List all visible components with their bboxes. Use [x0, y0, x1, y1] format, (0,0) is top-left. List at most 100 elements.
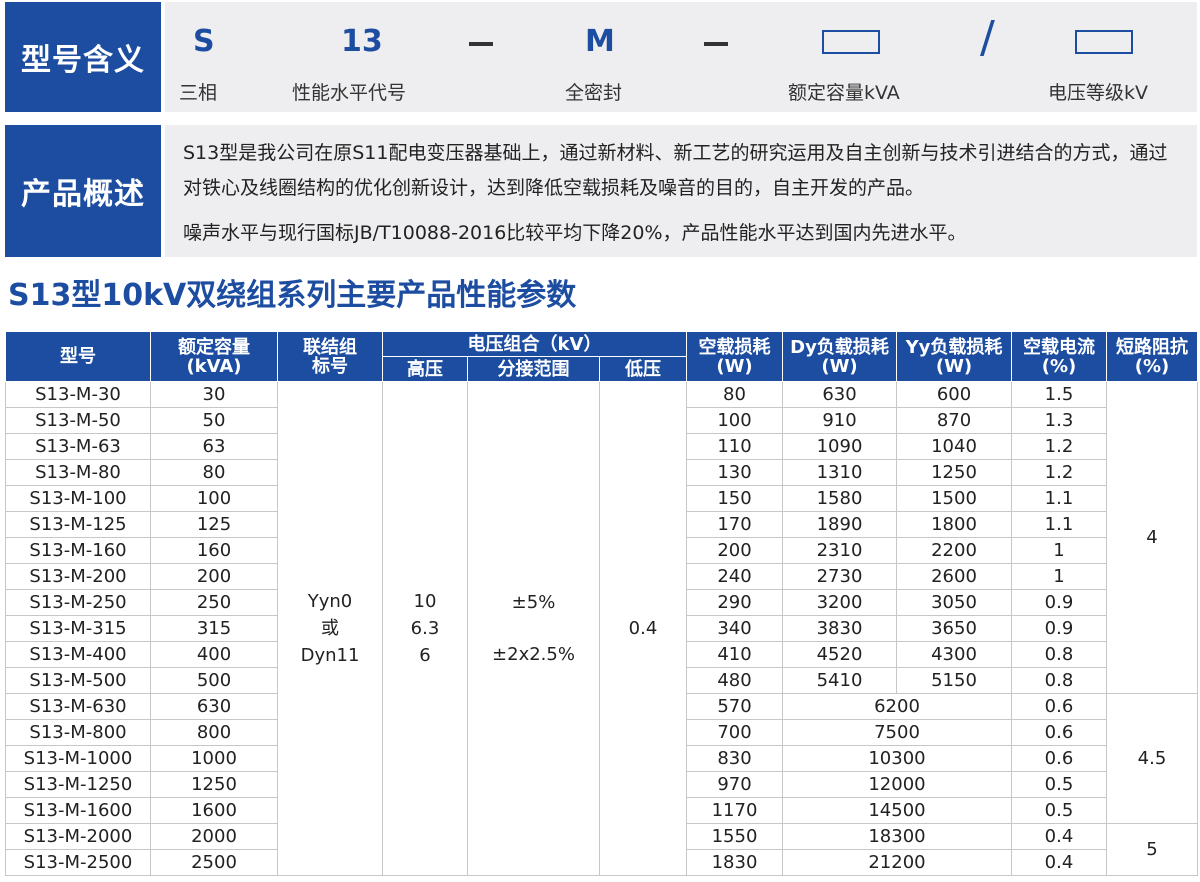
cell-model: S13-M-100	[5, 485, 151, 512]
code-m: M	[585, 24, 615, 59]
cell-dy-load-loss: 3200	[782, 589, 897, 616]
cell-noload-current: 0.6	[1011, 693, 1107, 720]
cell-hv: 10 6.3 6	[382, 381, 468, 876]
cell-noload-current: 1.1	[1011, 485, 1107, 512]
cell-capacity: 100	[150, 485, 278, 512]
cell-capacity: 125	[150, 511, 278, 538]
cell-model: S13-M-160	[5, 537, 151, 564]
capacity-placeholder-box	[822, 30, 880, 54]
cell-load-loss: 6200	[782, 693, 1012, 720]
cell-capacity: 800	[150, 719, 278, 746]
cell-capacity: 2500	[150, 849, 278, 876]
cell-dy-load-loss: 630	[782, 381, 897, 408]
cell-capacity: 1600	[150, 797, 278, 824]
cell-impedance: 4.5	[1106, 693, 1198, 824]
cell-yy-load-loss: 2200	[896, 537, 1012, 564]
connection-group-line: Dyn11	[300, 645, 360, 666]
header-yy-load-loss: Yy负载损耗 (W)	[896, 331, 1012, 382]
cell-noload-current: 1.2	[1011, 459, 1107, 486]
cell-yy-load-loss: 870	[896, 407, 1012, 434]
table-row: S13-M-30 30 Yyn0 或 Dyn11 10 6.3 6 ±5% ±2x2.5% 0.4 8…	[5, 381, 1198, 876]
overview-paragraph-2: 噪声水平与现行国标JB/T10088-2016比较平均下降20%，产品性能水平达…	[183, 222, 967, 244]
tap-line: ±5%	[511, 591, 556, 613]
cell-yy-load-loss: 4300	[896, 641, 1012, 668]
cell-capacity: 200	[150, 563, 278, 590]
cell-capacity: 2000	[150, 823, 278, 850]
cell-noload-loss: 340	[686, 615, 783, 642]
cell-noload-loss: 1550	[686, 823, 783, 850]
code-s-desc: 三相	[179, 82, 218, 104]
cell-capacity: 50	[150, 407, 278, 434]
cell-model: S13-M-1250	[5, 771, 151, 798]
cell-yy-load-loss: 1800	[896, 511, 1012, 538]
cell-noload-current: 1.5	[1011, 381, 1107, 408]
cell-noload-loss: 1170	[686, 797, 783, 824]
model-meaning-content: S 三相 13 性能水平代号 M 全密封 额定容量kVA / 电压等级kV	[165, 2, 1197, 112]
cell-dy-load-loss: 5410	[782, 667, 897, 694]
cell-dy-load-loss: 4520	[782, 641, 897, 668]
slash-separator: /	[980, 12, 995, 63]
cell-capacity: 400	[150, 641, 278, 668]
cell-tap-range: ±5% ±2x2.5%	[467, 381, 600, 876]
cell-capacity: 315	[150, 615, 278, 642]
cell-model: S13-M-400	[5, 641, 151, 668]
cell-model: S13-M-2000	[5, 823, 151, 850]
cell-noload-current: 0.5	[1011, 797, 1107, 824]
cell-load-loss: 7500	[782, 719, 1012, 746]
cell-capacity: 30	[150, 381, 278, 408]
cell-connection-group: Yyn0 或 Dyn11	[277, 381, 383, 876]
cell-noload-current: 0.8	[1011, 641, 1107, 668]
overview-content: S13型是我公司在原S11配电变压器基础上，通过新材料、新工艺的研究运用及自主创…	[165, 125, 1197, 257]
cell-dy-load-loss: 1310	[782, 459, 897, 486]
cell-impedance: 4	[1106, 381, 1198, 694]
cell-model: S13-M-500	[5, 667, 151, 694]
code-m-desc: 全密封	[565, 82, 623, 104]
cell-noload-loss: 970	[686, 771, 783, 798]
header-noload-loss: 空载损耗 (W)	[686, 331, 783, 382]
cell-yy-load-loss: 1250	[896, 459, 1012, 486]
overview-label: 产品概述	[5, 125, 161, 257]
cell-yy-load-loss: 2600	[896, 563, 1012, 590]
cell-yy-load-loss: 3650	[896, 615, 1012, 642]
cell-noload-current: 1	[1011, 537, 1107, 564]
cell-load-loss: 10300	[782, 745, 1012, 772]
cell-noload-current: 0.9	[1011, 589, 1107, 616]
cell-yy-load-loss: 1040	[896, 433, 1012, 460]
cell-model: S13-M-200	[5, 563, 151, 590]
cell-model: S13-M-1000	[5, 745, 151, 772]
cell-model: S13-M-800	[5, 719, 151, 746]
cell-capacity: 250	[150, 589, 278, 616]
cell-impedance: 5	[1106, 823, 1198, 876]
performance-table: 型号 额定容量 (kVA) 联结组 标号 电压组合（kV） 空载损耗 (W) Dy负载…	[5, 331, 1198, 876]
header-connection-group: 联结组 标号	[277, 331, 383, 382]
cell-load-loss: 14500	[782, 797, 1012, 824]
cell-noload-loss: 240	[686, 563, 783, 590]
cell-model: S13-M-63	[5, 433, 151, 460]
cell-lv: 0.4	[599, 381, 687, 876]
cell-capacity: 500	[150, 667, 278, 694]
cell-dy-load-loss: 1090	[782, 433, 897, 460]
header-capacity: 额定容量 (kVA)	[150, 331, 278, 382]
voltage-desc: 电压等级kV	[1048, 82, 1149, 104]
cell-model: S13-M-250	[5, 589, 151, 616]
model-meaning-panel: 型号含义 S 三相 13 性能水平代号 M 全密封 额定容量kVA / 电压等级…	[5, 2, 1197, 112]
header-noload-current: 空载电流 (%)	[1011, 331, 1107, 382]
cell-noload-loss: 570	[686, 693, 783, 720]
connection-group-line: Yyn0	[307, 591, 353, 612]
cell-yy-load-loss: 1500	[896, 485, 1012, 512]
cell-noload-current: 0.4	[1011, 849, 1107, 876]
header-impedance: 短路阻抗 (%)	[1106, 331, 1198, 382]
hv-line: 10	[413, 591, 437, 612]
overview-panel: 产品概述 S13型是我公司在原S11配电变压器基础上，通过新材料、新工艺的研究运…	[5, 125, 1197, 257]
cell-noload-loss: 110	[686, 433, 783, 460]
capacity-desc: 额定容量kVA	[788, 82, 900, 104]
cell-noload-current: 0.8	[1011, 667, 1107, 694]
cell-noload-loss: 130	[686, 459, 783, 486]
tap-line: ±2x2.5%	[492, 643, 575, 665]
cell-noload-loss: 830	[686, 745, 783, 772]
cell-noload-loss: 200	[686, 537, 783, 564]
cell-noload-loss: 80	[686, 381, 783, 408]
header-model: 型号	[5, 331, 151, 382]
table-title: S13型10kV双绕组系列主要产品性能参数	[8, 278, 577, 313]
cell-model: S13-M-315	[5, 615, 151, 642]
